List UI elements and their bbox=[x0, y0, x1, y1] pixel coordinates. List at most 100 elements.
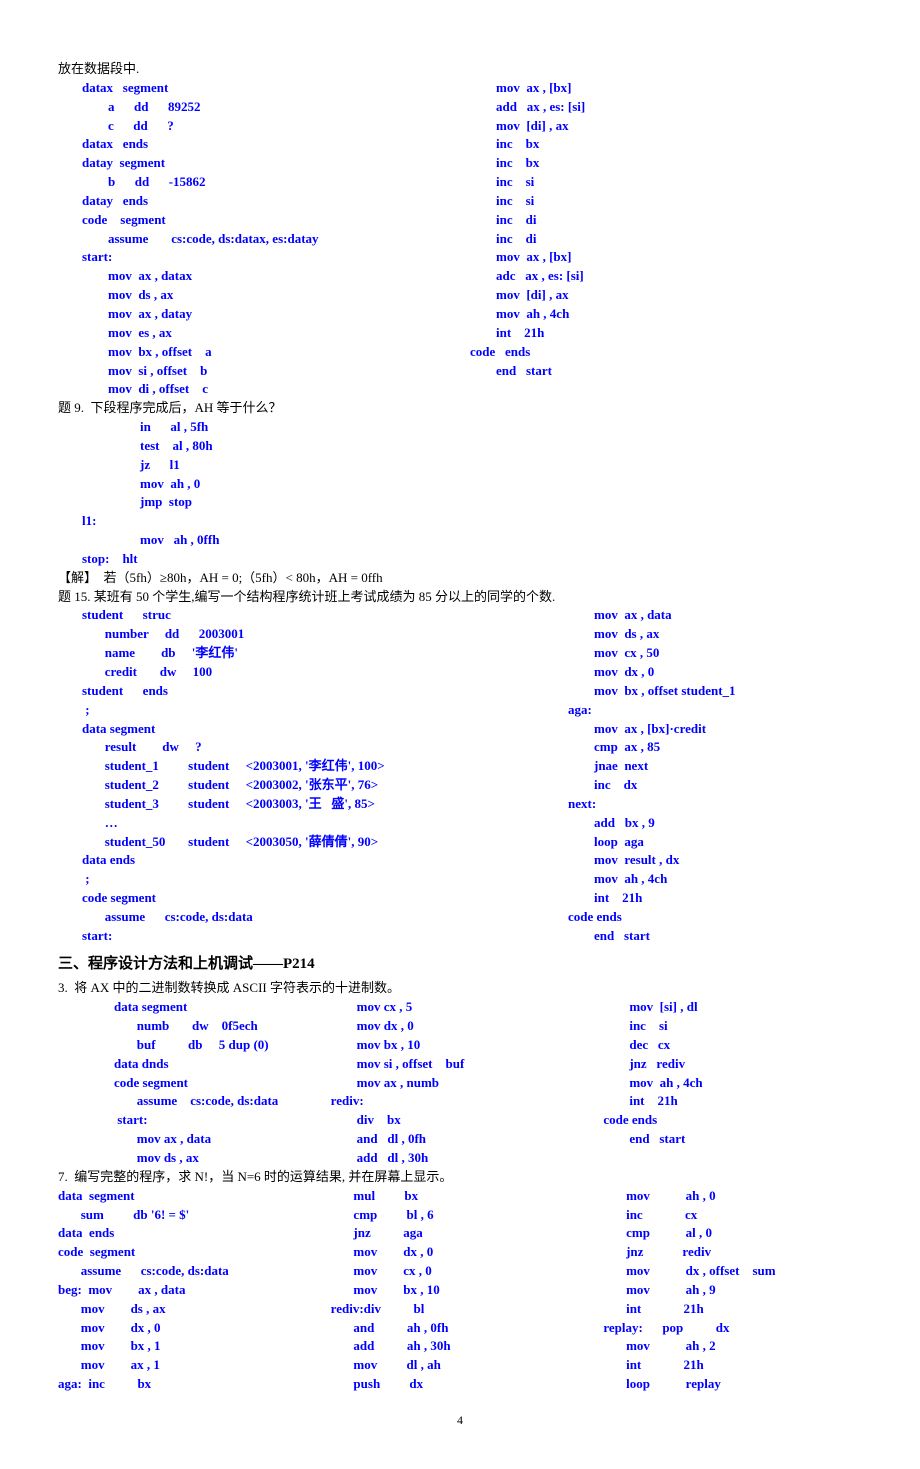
block1-left: datax segment a dd 89252 c dd ?datax end… bbox=[58, 79, 450, 399]
code-line: mov cx , 5 bbox=[331, 998, 590, 1017]
code-line: datay segment bbox=[58, 154, 450, 173]
p7-col1: data segment sum db '6! = $'data endscod… bbox=[58, 1187, 317, 1394]
code-line: int 21h bbox=[470, 324, 862, 343]
code-line: add ah , 30h bbox=[331, 1337, 590, 1356]
p3-col2: mov cx , 5 mov dx , 0 mov bx , 10 mov si… bbox=[331, 998, 590, 1168]
code-line: mov bx , 10 bbox=[331, 1036, 590, 1055]
code-line: mov ds , ax bbox=[58, 1149, 317, 1168]
code-line: mov cx , 0 bbox=[331, 1262, 590, 1281]
code-line: cmp al , 0 bbox=[603, 1224, 862, 1243]
code-line: ; bbox=[58, 701, 548, 720]
code-line: aga: inc bx bbox=[58, 1375, 317, 1394]
code-line: and ah , 0fh bbox=[331, 1319, 590, 1338]
code-line: code ends bbox=[568, 908, 862, 927]
code-line: mov cx , 50 bbox=[568, 644, 862, 663]
code-line: student struc bbox=[58, 606, 548, 625]
code-line: jnz aga bbox=[331, 1224, 590, 1243]
code-line: mov bx , offset a bbox=[58, 343, 450, 362]
code-line: c dd ? bbox=[58, 117, 450, 136]
section3-heading: 三、程序设计方法和上机调试——P214 bbox=[58, 954, 862, 976]
code-line: student_1 student <2003001, '李红伟', 100> bbox=[58, 757, 548, 776]
code-line: mov ah , 4ch bbox=[470, 305, 862, 324]
code-line: jnz rediv bbox=[603, 1243, 862, 1262]
p3-col1: data segment numb dw 0f5ech buf db 5 dup… bbox=[58, 998, 317, 1168]
code-line: inc bx bbox=[470, 135, 862, 154]
code-line: jnz rediv bbox=[603, 1055, 862, 1074]
code-line: credit dw 100 bbox=[58, 663, 548, 682]
code-line: mov ax , datay bbox=[58, 305, 450, 324]
code-line: sum db '6! = $' bbox=[58, 1206, 317, 1225]
code-line: adc ax , es: [si] bbox=[470, 267, 862, 286]
p3-block: data segment numb dw 0f5ech buf db 5 dup… bbox=[58, 998, 862, 1168]
code-line: dec cx bbox=[603, 1036, 862, 1055]
code-line: int 21h bbox=[603, 1300, 862, 1319]
code-line: mov ds , ax bbox=[58, 286, 450, 305]
code-line: mov ax , data bbox=[58, 1130, 317, 1149]
code-line: a dd 89252 bbox=[58, 98, 450, 117]
code-line: mov ax , [bx] bbox=[470, 79, 862, 98]
code-line: push dx bbox=[331, 1375, 590, 1394]
code-line: start: bbox=[58, 927, 548, 946]
code-line: data ends bbox=[58, 1224, 317, 1243]
code-line: jnae next bbox=[568, 757, 862, 776]
code-line: mov ah , 4ch bbox=[603, 1074, 862, 1093]
code-line: div bx bbox=[331, 1111, 590, 1130]
code-line: add dl , 30h bbox=[331, 1149, 590, 1168]
code-line: mov [di] , ax bbox=[470, 286, 862, 305]
code-line: loop replay bbox=[603, 1375, 862, 1394]
code-line: mov bx , offset student_1 bbox=[568, 682, 862, 701]
code-line: datax ends bbox=[58, 135, 450, 154]
code-line: student_50 student <2003050, '薛倩倩', 90> bbox=[58, 833, 548, 852]
page-number: 4 bbox=[58, 1412, 862, 1429]
code-line: replay: pop dx bbox=[603, 1319, 862, 1338]
code-line: next: bbox=[568, 795, 862, 814]
code-line: inc bx bbox=[470, 154, 862, 173]
code-line: student_2 student <2003002, '张东平', 76> bbox=[58, 776, 548, 795]
code-line: numb dw 0f5ech bbox=[58, 1017, 317, 1036]
code-line: mov ah , 4ch bbox=[568, 870, 862, 889]
intro-line: 放在数据段中. bbox=[58, 60, 862, 79]
code-line: in al , 5fh bbox=[58, 418, 862, 437]
code-line: add ax , es: [si] bbox=[470, 98, 862, 117]
code-line: mov ah , 0ffh bbox=[58, 531, 862, 550]
code-line: data ends bbox=[58, 851, 548, 870]
code-line: aga: bbox=[568, 701, 862, 720]
code-line: student ends bbox=[58, 682, 548, 701]
code-line: b dd -15862 bbox=[58, 173, 450, 192]
code-line: beg: mov ax , data bbox=[58, 1281, 317, 1300]
code-line: student_3 student <2003003, '王 盛', 85> bbox=[58, 795, 548, 814]
code-line: code segment bbox=[58, 211, 450, 230]
code-line: mov dx , 0 bbox=[331, 1017, 590, 1036]
code-line: data segment bbox=[58, 720, 548, 739]
code-line: name db '李红伟' bbox=[58, 644, 548, 663]
code-line: mov si , offset b bbox=[58, 362, 450, 381]
code-line: mov ax , datax bbox=[58, 267, 450, 286]
code-line: jz l1 bbox=[58, 456, 862, 475]
code-line: mov bx , 1 bbox=[58, 1337, 317, 1356]
code-line: mov ah , 0 bbox=[603, 1187, 862, 1206]
code-line: inc si bbox=[603, 1017, 862, 1036]
code-line: buf db 5 dup (0) bbox=[58, 1036, 317, 1055]
code-line: mov dx , 0 bbox=[331, 1243, 590, 1262]
q9-title: 题 9. 下段程序完成后，AH 等于什么？ bbox=[58, 399, 862, 418]
code-line: mov ah , 9 bbox=[603, 1281, 862, 1300]
code-line: inc di bbox=[470, 211, 862, 230]
code-line: inc si bbox=[470, 173, 862, 192]
code-line: number dd 2003001 bbox=[58, 625, 548, 644]
code-line: data dnds bbox=[58, 1055, 317, 1074]
code-line: end start bbox=[603, 1130, 862, 1149]
code-line: mul bx bbox=[331, 1187, 590, 1206]
code-line: mov [si] , dl bbox=[603, 998, 862, 1017]
code-line: mov dx , 0 bbox=[58, 1319, 317, 1338]
code-line: data segment bbox=[58, 1187, 317, 1206]
p3-col3: mov [si] , dl inc si dec cx jnz rediv mo… bbox=[603, 998, 862, 1168]
code-line: assume cs:code, ds:data bbox=[58, 1262, 317, 1281]
code-line: rediv:div bl bbox=[331, 1300, 590, 1319]
code-line: inc cx bbox=[603, 1206, 862, 1225]
code-line: mov ah , 2 bbox=[603, 1337, 862, 1356]
q15-block: student struc number dd 2003001 name db … bbox=[58, 606, 862, 945]
code-line: mov ax , [bx]·credit bbox=[568, 720, 862, 739]
code-line: mov di , offset c bbox=[58, 380, 450, 399]
code-line: … bbox=[58, 814, 548, 833]
code-line: start: bbox=[58, 1111, 317, 1130]
